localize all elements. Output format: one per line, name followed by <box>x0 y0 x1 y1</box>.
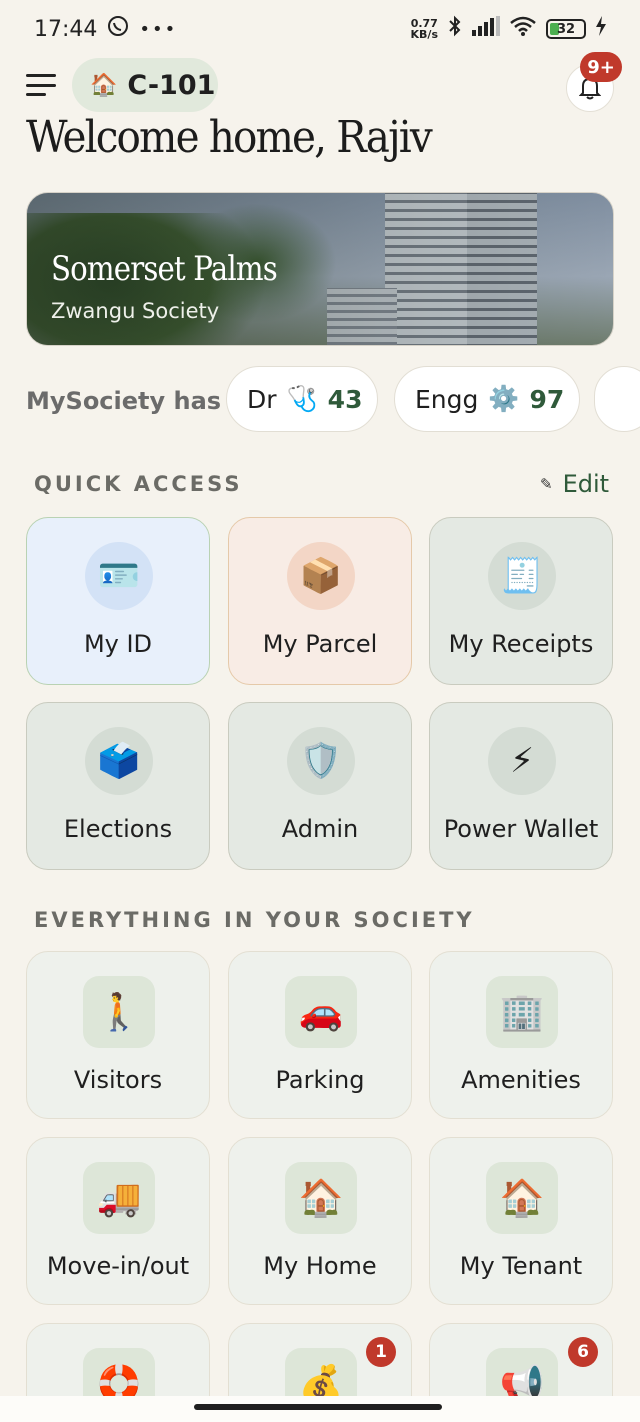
society-services-heading: EVERYTHING IN YOUR SOCIETY <box>34 908 475 932</box>
wifi-icon <box>510 16 536 42</box>
network-speed: 0.77 KB/s <box>410 17 438 41</box>
battery-icon: 32 <box>546 19 586 39</box>
stethoscope-icon: 🩺 <box>286 384 318 413</box>
status-time: 17:44 <box>34 16 98 42</box>
car-icon: 🚗 <box>285 976 357 1048</box>
building-icon: 🏢 <box>486 976 558 1048</box>
professionals-label: MySociety has <box>26 387 222 415</box>
unit-label: C-101 <box>127 69 216 101</box>
tile-move-in-out[interactable]: 🚚 Move-in/out <box>26 1137 210 1305</box>
society-hero-card[interactable]: Somerset Palms Zwangu Society <box>26 192 614 346</box>
id-card-icon: 🪪 <box>85 542 153 610</box>
tile-admin[interactable]: 🛡️ Admin <box>228 702 412 870</box>
bluetooth-icon <box>448 15 462 43</box>
notification-badge: 9+ <box>580 52 622 82</box>
tile-my-parcel[interactable]: 📦 My Parcel <box>228 517 412 685</box>
quick-access-heading: QUICK ACCESS <box>34 472 243 496</box>
ballot-box-icon: 🗳️ <box>85 727 153 795</box>
app-header: 🏠 C-101 <box>0 56 640 116</box>
receipt-icon: 🧾 <box>488 542 556 610</box>
professional-chip-doctor[interactable]: Dr 🩺 43 <box>226 366 378 432</box>
house-icon: 🏠 <box>285 1162 357 1234</box>
status-left: 17:44 ••• <box>34 15 177 43</box>
tile-my-receipts[interactable]: 🧾 My Receipts <box>429 517 613 685</box>
more-icon: ••• <box>139 18 178 40</box>
society-subtitle: Zwangu Society <box>51 299 220 323</box>
status-bar: 17:44 ••• 0.77 KB/s 32 <box>0 0 640 58</box>
shield-icon: 🛡️ <box>287 727 355 795</box>
tile-elections[interactable]: 🗳️ Elections <box>26 702 210 870</box>
gear-icon: ⚙️ <box>488 384 520 413</box>
unit-selector[interactable]: 🏠 C-101 <box>72 58 218 112</box>
tile-parking[interactable]: 🚗 Parking <box>228 951 412 1119</box>
lightning-icon: ⚡ <box>488 727 556 795</box>
tile-power-wallet[interactable]: ⚡ Power Wallet <box>429 702 613 870</box>
society-name: Somerset Palms <box>51 249 278 289</box>
tile-visitors[interactable]: 🚶 Visitors <box>26 951 210 1119</box>
notices-count-badge: 6 <box>568 1337 598 1367</box>
truck-icon: 🚚 <box>83 1162 155 1234</box>
professionals-row: MySociety has Dr 🩺 43 Engg ⚙️ 97 <box>26 366 640 434</box>
menu-icon[interactable] <box>26 74 56 96</box>
status-right: 0.77 KB/s 32 <box>411 15 606 43</box>
pencil-icon: ✎ <box>540 475 553 493</box>
house-icon: 🏠 <box>486 1162 558 1234</box>
charging-icon <box>596 16 606 42</box>
professional-chip-engineer[interactable]: Engg ⚙️ 97 <box>394 366 580 432</box>
welcome-heading: Welcome home, Rajiv <box>26 112 433 163</box>
home-indicator[interactable] <box>194 1404 442 1410</box>
package-icon: 📦 <box>287 542 355 610</box>
payments-count-badge: 1 <box>366 1337 396 1367</box>
professional-chip-more[interactable] <box>594 366 640 432</box>
tile-my-id[interactable]: 🪪 My ID <box>26 517 210 685</box>
home-icon: 🏠 <box>90 72 118 98</box>
tile-amenities[interactable]: 🏢 Amenities <box>429 951 613 1119</box>
person-walking-icon: 🚶 <box>83 976 155 1048</box>
whatsapp-icon <box>107 15 129 43</box>
tile-my-tenant[interactable]: 🏠 My Tenant <box>429 1137 613 1305</box>
edit-quick-access-button[interactable]: ✎ Edit <box>540 470 609 498</box>
signal-icon <box>472 16 500 42</box>
tile-my-home[interactable]: 🏠 My Home <box>228 1137 412 1305</box>
